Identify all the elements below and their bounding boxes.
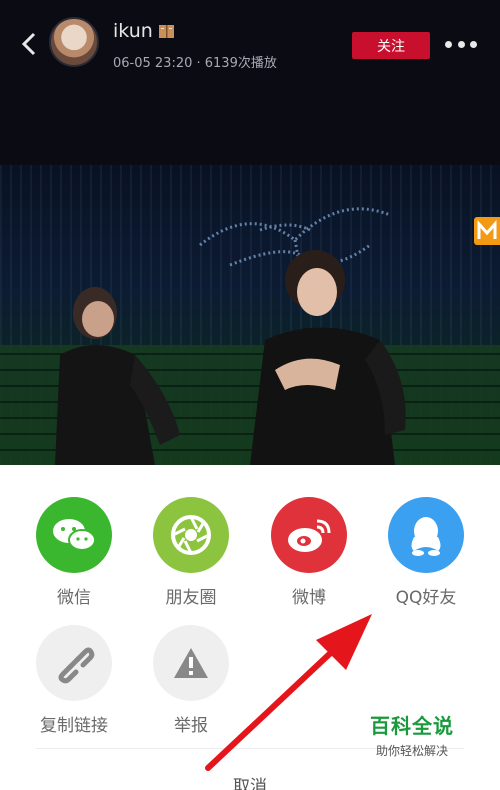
dancer-left — [55, 287, 180, 465]
video-player[interactable] — [0, 165, 500, 465]
book-badge-icon — [159, 25, 174, 38]
weibo-icon — [271, 497, 347, 573]
more-button[interactable] — [445, 36, 477, 52]
video-header: ikun 06-05 23:20 · 6139次播放 关注 — [0, 0, 500, 165]
share-label: 微信 — [57, 588, 91, 608]
chevron-left-icon — [21, 32, 36, 56]
share-label: 复制链接 — [40, 716, 108, 736]
channel-logo — [474, 217, 500, 245]
share-moments[interactable]: 朋友圈 — [141, 497, 241, 608]
share-label: 微博 — [292, 588, 326, 608]
share-report[interactable]: 举报 — [141, 625, 241, 736]
share-weibo[interactable]: 微博 — [259, 497, 359, 608]
warning-icon — [153, 625, 229, 701]
share-label: 举报 — [174, 716, 208, 736]
post-meta: 06-05 23:20 · 6139次播放 — [113, 56, 277, 71]
watermark: 百科全说 助你轻松解决 — [352, 710, 472, 766]
username[interactable]: ikun — [113, 20, 153, 42]
dancer-right — [250, 250, 406, 465]
watermark-subtitle: 助你轻松解决 — [375, 744, 448, 758]
back-button[interactable] — [16, 30, 44, 58]
moments-icon — [153, 497, 229, 573]
more-dot — [457, 40, 465, 48]
share-label: 朋友圈 — [165, 588, 217, 608]
share-qq[interactable]: QQ好友 — [376, 497, 476, 608]
follow-button[interactable]: 关注 — [352, 32, 430, 59]
avatar[interactable] — [49, 17, 99, 67]
watermark-title: 百科全说 — [370, 714, 454, 738]
wechat-icon — [36, 497, 112, 573]
more-dot — [470, 40, 477, 48]
cancel-button[interactable]: 取消 — [0, 772, 500, 790]
qq-icon — [388, 497, 464, 573]
share-label: QQ好友 — [395, 588, 457, 608]
link-icon — [36, 625, 112, 701]
share-wechat[interactable]: 微信 — [24, 497, 124, 608]
m-logo-icon — [477, 220, 497, 239]
more-dot — [445, 40, 452, 48]
share-copy-link[interactable]: 复制链接 — [24, 625, 124, 736]
